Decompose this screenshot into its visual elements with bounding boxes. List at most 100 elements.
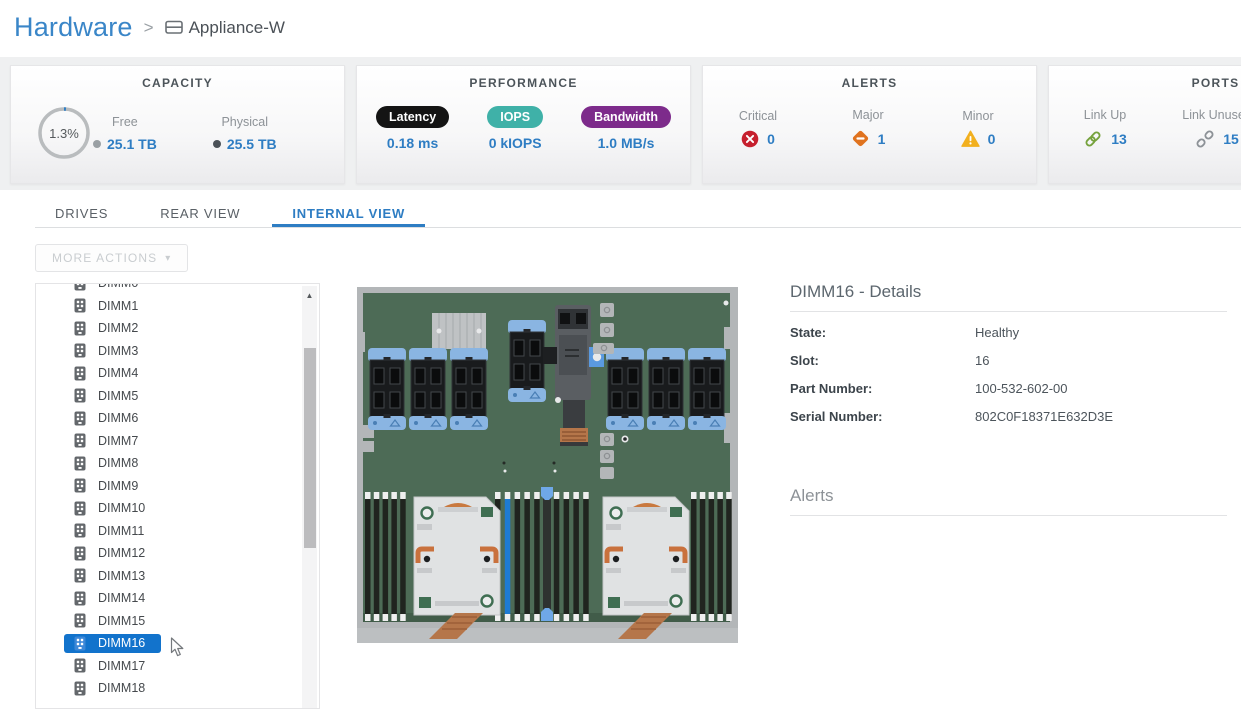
list-item-dimm16[interactable]: DIMM16 [36,632,319,655]
list-item-dimm3[interactable]: DIMM3 [36,340,319,363]
list-item-dimm2[interactable]: DIMM2 [36,317,319,340]
dimm-icon [74,456,86,471]
major-icon [851,129,870,148]
dimm-icon [74,591,86,606]
performance-card-title: PERFORMANCE [357,66,690,90]
dimm-icon [74,478,86,493]
component-list: DIMM0 DIMM1 DIMM2 DIMM3 DIMM4 DIMM5 DIMM… [35,283,320,709]
dimm-icon [74,501,86,516]
dimm-icon [74,283,86,291]
dimm-icon [74,523,86,538]
details-panel: DIMM16 - Details State:HealthySlot:16Par… [790,282,1227,516]
capacity-donut-percent: 1.3% [49,126,79,141]
list-scrollbar[interactable]: ▲ [302,286,317,708]
list-item-dimm17[interactable]: DIMM17 [36,655,319,678]
dimm-icon [74,568,86,583]
link-up-label: Link Up [1084,108,1126,122]
dimm-icon [74,681,86,696]
scrollbar-thumb[interactable] [304,348,316,548]
dimm-icon [74,411,86,426]
latency-metric: Latency 0.18 ms [376,106,449,151]
major-label: Major [852,108,883,122]
motherboard-graphic [357,287,738,643]
link-up-icon [1083,129,1103,149]
list-item-dimm18[interactable]: DIMM18 [36,677,319,700]
list-item-dimm4[interactable]: DIMM4 [36,362,319,385]
list-item-dimm7[interactable]: DIMM7 [36,430,319,453]
free-dot-icon [93,140,101,148]
dimm-icon [74,343,86,358]
minor-count: 0 [988,131,996,147]
link-up-metric: Link Up 13 [1049,108,1161,149]
ports-card: PORTS Link Up 13 Link Unused [1048,65,1241,184]
list-item-dimm12[interactable]: DIMM12 [36,542,319,565]
list-item-dimm9[interactable]: DIMM9 [36,475,319,498]
list-item-dimm1[interactable]: DIMM1 [36,295,319,318]
tab-internal-view[interactable]: INTERNAL VIEW [272,203,425,227]
detail-row: Part Number:100-532-602-00 [790,374,1227,402]
iops-value: 0 kIOPS [489,135,542,151]
more-actions-button[interactable]: MORE ACTIONS ▾ [35,244,188,272]
list-item-dimm11[interactable]: DIMM11 [36,520,319,543]
breadcrumb: Hardware > Appliance-W [0,0,1241,43]
link-unused-count: 15 [1223,131,1239,147]
link-unused-label: Link Unused [1182,108,1241,122]
breadcrumb-current: Appliance-W [165,18,285,38]
latency-pill: Latency [376,106,449,128]
latency-value: 0.18 ms [387,135,438,151]
page-header: Hardware > Appliance-W [0,0,1241,57]
alerts-card-title: ALERTS [703,66,1036,90]
list-item-dimm14[interactable]: DIMM14 [36,587,319,610]
critical-alerts-metric: Critical 0 [703,109,813,148]
alerts-card: ALERTS Critical 0 Major [702,65,1037,184]
list-item-dimm0[interactable]: DIMM0 [36,283,319,295]
view-tabs: DRIVES REAR VIEW INTERNAL VIEW [35,203,1241,228]
scroll-up-icon[interactable]: ▲ [302,286,317,304]
internal-view-board-image[interactable] [357,287,738,643]
minor-label: Minor [962,109,993,123]
tab-drives[interactable]: DRIVES [35,203,128,227]
list-item-dimm13[interactable]: DIMM13 [36,565,319,588]
bandwidth-pill: Bandwidth [581,106,671,128]
appliance-icon [165,20,183,35]
dimm-icon [74,613,86,628]
major-count: 1 [878,131,886,147]
iops-metric: IOPS 0 kIOPS [487,106,543,151]
alerts-section-title: Alerts [790,486,1227,516]
list-item-dimm15[interactable]: DIMM15 [36,610,319,633]
dimm-icon [74,636,86,651]
detail-row: State:Healthy [790,318,1227,346]
dimm-icon [74,321,86,336]
details-title: DIMM16 - Details [790,282,1227,312]
major-alerts-metric: Major 1 [813,108,923,148]
dimm-icon [74,298,86,313]
detail-row: Slot:16 [790,346,1227,374]
minor-alerts-metric: Minor 0 [923,109,1033,148]
bandwidth-metric: Bandwidth 1.0 MB/s [581,106,671,151]
dimm-icon [74,658,86,673]
detail-row: Serial Number:802C0F18371E632D3E [790,402,1227,430]
link-unused-icon [1195,129,1215,149]
detail-rows: State:HealthySlot:16Part Number:100-532-… [790,318,1227,430]
list-item-dimm8[interactable]: DIMM8 [36,452,319,475]
list-item-dimm5[interactable]: DIMM5 [36,385,319,408]
breadcrumb-separator: > [142,18,156,38]
tab-rear-view[interactable]: REAR VIEW [140,203,260,227]
list-item-dimm6[interactable]: DIMM6 [36,407,319,430]
capacity-donut-chart: 1.3% [35,104,93,162]
capacity-card-title: CAPACITY [11,66,344,90]
capacity-physical-metric: Physical 25.5 TB [213,115,277,152]
dimm-icon [74,388,86,403]
link-unused-metric: Link Unused 15 [1161,108,1241,149]
ports-card-title: PORTS [1049,66,1241,90]
physical-value: 25.5 TB [227,136,277,152]
free-label: Free [112,115,138,129]
dimm-icon [74,546,86,561]
list-item-dimm10[interactable]: DIMM10 [36,497,319,520]
dimm-icon [74,433,86,448]
minor-icon [961,130,980,148]
appliance-name: Appliance-W [189,18,285,38]
capacity-free-metric: Free 25.1 TB [93,115,157,152]
more-actions-label: MORE ACTIONS [52,251,157,265]
breadcrumb-hardware-link[interactable]: Hardware [14,12,133,43]
